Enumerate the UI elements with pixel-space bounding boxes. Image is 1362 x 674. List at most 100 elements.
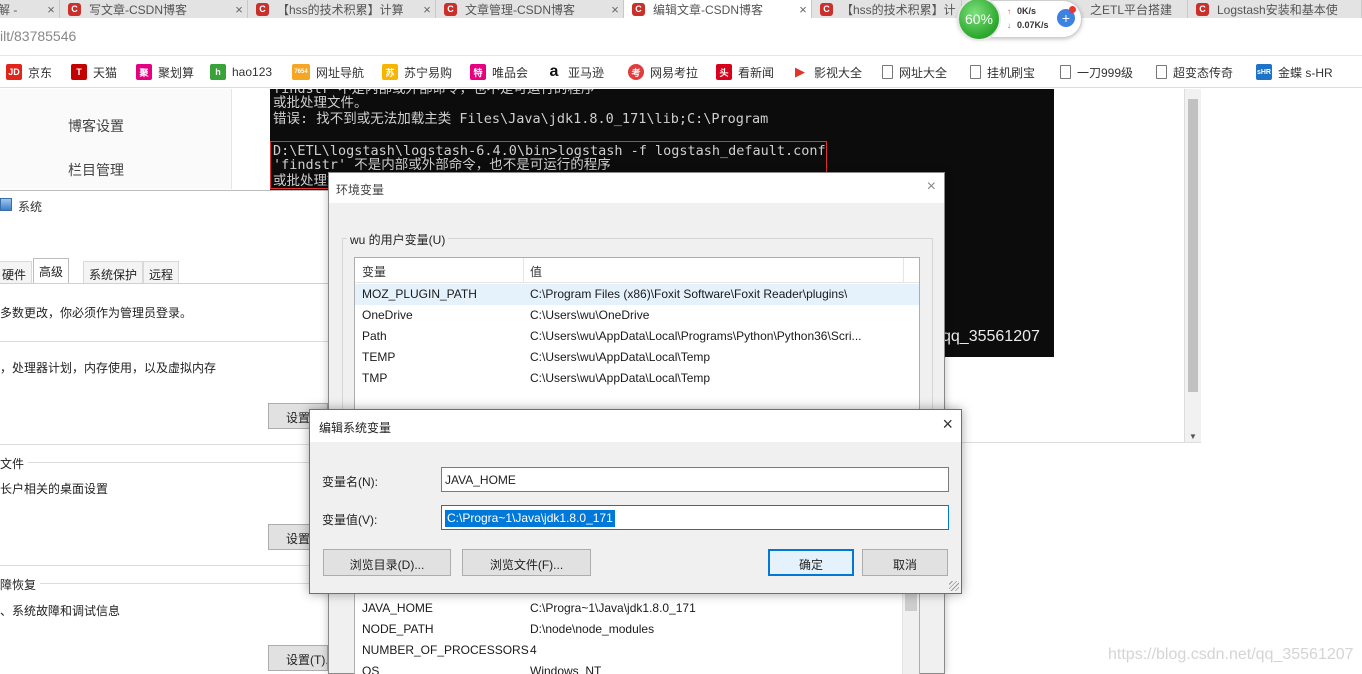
browse-file-button[interactable]: 浏览文件(F)... bbox=[462, 549, 591, 576]
bookmark-news[interactable]: 头看新闻 bbox=[716, 62, 774, 82]
var-name: NODE_PATH bbox=[362, 622, 434, 636]
bookmark-video[interactable]: ▶ 影视大全 bbox=[792, 62, 862, 82]
close-icon[interactable]: × bbox=[927, 178, 936, 196]
browser-tab-active[interactable]: C 编辑文章-CSDN博客 × bbox=[624, 0, 812, 18]
var-name: OneDrive bbox=[362, 308, 413, 322]
system-variables-list[interactable]: JAVA_HOME C:\Progra~1\Java\jdk1.8.0_171 N… bbox=[354, 583, 920, 674]
browser-tab[interactable]: C 写文章-CSDN博客 × bbox=[60, 0, 248, 18]
browser-tab[interactable]: C 【hss的技术积累】计 bbox=[812, 0, 962, 18]
column-divider[interactable] bbox=[523, 258, 524, 283]
tab-close-icon[interactable]: × bbox=[231, 2, 247, 17]
browser-tab[interactable]: C Logstash安装和基本使 bbox=[1188, 0, 1362, 18]
table-row[interactable]: Path C:\Users\wu\AppData\Local\Programs\P… bbox=[355, 326, 919, 347]
bookmark-label: hao123 bbox=[232, 65, 273, 79]
download-speed-value: 0.07K/s bbox=[1017, 20, 1049, 30]
page-icon bbox=[1060, 65, 1071, 79]
table-row[interactable]: MOZ_PLUGIN_PATH C:\Program Files (x86)\Fo… bbox=[355, 284, 919, 305]
network-speed-widget[interactable]: 60% ↑ 0K/s ↓ 0.07K/s + bbox=[957, 0, 1082, 41]
browser-tab[interactable]: 解 - × bbox=[0, 0, 60, 18]
tab-title: 文章管理-CSDN博客 bbox=[465, 2, 575, 17]
resize-grip-icon[interactable] bbox=[949, 581, 959, 591]
variable-value-selected-text[interactable]: C:\Progra~1\Java\jdk1.8.0_171 bbox=[445, 510, 615, 527]
system-properties-titlebar[interactable]: 系统 bbox=[0, 191, 330, 221]
bookmark-guaji[interactable]: 挂机刷宝 bbox=[970, 62, 1035, 82]
nav-column-manage[interactable]: 栏目管理 bbox=[68, 160, 124, 180]
browser-tab[interactable]: C 文章管理-CSDN博客 × bbox=[436, 0, 624, 18]
variable-name-input[interactable] bbox=[441, 467, 949, 492]
var-value: C:\Progra~1\Java\jdk1.8.0_171 bbox=[530, 601, 696, 615]
bookmark-vip[interactable]: 特唯品会 bbox=[470, 62, 528, 82]
table-row[interactable]: NUMBER_OF_PROCESSORS 4 bbox=[355, 640, 919, 661]
bookmark-kaola[interactable]: 考网易考拉 bbox=[628, 62, 698, 82]
nav-blog-settings[interactable]: 博客设置 bbox=[68, 116, 124, 136]
bookmark-amazon[interactable]: a 亚马逊 bbox=[546, 62, 604, 82]
admin-note: 多数更改，你必须作为管理员登录。 bbox=[0, 306, 193, 320]
table-row[interactable]: TMP C:\Users\wu\AppData\Local\Temp bbox=[355, 368, 919, 389]
tab-advanced[interactable]: 高级 bbox=[33, 258, 70, 284]
tab-system-protection[interactable]: 系统保护 bbox=[83, 261, 144, 283]
ok-button[interactable]: 确定 bbox=[768, 549, 854, 576]
bookmark-tmall[interactable]: T 天猫 bbox=[71, 62, 117, 82]
bookmark-suning[interactable]: 苏苏宁易购 bbox=[382, 62, 452, 82]
variable-value-label: 变量值(V): bbox=[322, 513, 378, 527]
browser-tab[interactable]: C 【hss的技术积累】计算 × bbox=[248, 0, 436, 18]
cancel-button[interactable]: 取消 bbox=[862, 549, 948, 576]
bookmark-label: 金蝶 s-HR bbox=[1278, 65, 1333, 80]
divider bbox=[0, 444, 330, 445]
bookmark-nav[interactable]: 7654 网址导航 bbox=[292, 62, 364, 82]
env-titlebar[interactable]: 环境变量 × bbox=[329, 173, 944, 203]
scroll-down-icon[interactable]: ▼ bbox=[1189, 432, 1197, 441]
bookmark-kingdee[interactable]: sHR 金蝶 s-HR bbox=[1256, 62, 1333, 82]
csdn-favicon-icon: C bbox=[1196, 2, 1209, 16]
hao123-icon: h bbox=[210, 64, 226, 80]
user-variables-list[interactable]: 变量 值 MOZ_PLUGIN_PATH C:\Program Files (x8… bbox=[354, 257, 920, 417]
table-row[interactable]: OneDrive C:\Users\wu\OneDrive bbox=[355, 305, 919, 326]
upload-speed: ↑ 0K/s bbox=[1007, 6, 1036, 16]
startup-desc: 、系统故障和调试信息 bbox=[0, 604, 121, 618]
close-icon[interactable]: × bbox=[942, 414, 953, 435]
page-icon bbox=[970, 65, 981, 79]
divider bbox=[940, 442, 1201, 443]
scrollbar-thumb[interactable] bbox=[905, 591, 917, 611]
tab-title: Logstash安装和基本使 bbox=[1217, 2, 1338, 17]
bookmark-hao123[interactable]: h hao123 bbox=[210, 62, 272, 82]
bookmark-label: 聚划算 bbox=[158, 65, 195, 80]
table-row[interactable]: OS Windows_NT bbox=[355, 661, 919, 674]
tab-close-icon[interactable]: × bbox=[43, 2, 59, 17]
startup-settings-button[interactable]: 设置(T)... bbox=[268, 645, 328, 671]
bookmark-label: 挂机刷宝 bbox=[987, 65, 1036, 80]
scrollbar-thumb[interactable] bbox=[1188, 99, 1198, 392]
var-value: C:\Users\wu\AppData\Local\Programs\Pytho… bbox=[530, 329, 862, 343]
amazon-icon: a bbox=[546, 63, 562, 80]
video-play-icon: ▶ bbox=[792, 64, 808, 80]
memory-usage-ball[interactable]: 60% bbox=[957, 0, 1001, 41]
bookmark-label: 看新闻 bbox=[738, 65, 775, 80]
bookmark-chuanqi[interactable]: 超变态传奇 bbox=[1156, 62, 1233, 82]
browse-directory-button[interactable]: 浏览目录(D)... bbox=[323, 549, 451, 576]
tab-remote[interactable]: 远程 bbox=[143, 261, 180, 283]
table-row[interactable]: NODE_PATH D:\node\node_modules bbox=[355, 619, 919, 640]
csdn-favicon-icon: C bbox=[444, 2, 457, 16]
bookmark-yidao[interactable]: 一刀999级 bbox=[1060, 62, 1133, 82]
tab-title: 编辑文章-CSDN博客 bbox=[653, 2, 763, 17]
page-scrollbar[interactable]: ▼ bbox=[1184, 89, 1201, 443]
bookmark-juhuasuan[interactable]: 聚聚划算 bbox=[136, 62, 194, 82]
bookmark-jd[interactable]: JD 京东 bbox=[6, 62, 52, 82]
tab-close-icon[interactable]: × bbox=[419, 2, 435, 17]
browser-tab[interactable]: 之ETL平台搭建 bbox=[1082, 0, 1188, 18]
list-scrollbar[interactable] bbox=[902, 583, 919, 674]
edit-dialog-titlebar[interactable]: 编辑系统变量 × bbox=[310, 410, 961, 442]
kingdee-icon: sHR bbox=[1256, 64, 1272, 80]
table-row[interactable]: TEMP C:\Users\wu\AppData\Local\Temp bbox=[355, 347, 919, 368]
tab-close-icon[interactable]: × bbox=[607, 2, 623, 17]
column-header-value[interactable]: 值 bbox=[530, 263, 542, 280]
bookmark-sites[interactable]: 网址大全 bbox=[882, 62, 947, 82]
table-row[interactable]: JAVA_HOME C:\Progra~1\Java\jdk1.8.0_171 bbox=[355, 598, 919, 619]
column-header-name[interactable]: 变量 bbox=[362, 263, 386, 280]
tab-close-icon[interactable]: × bbox=[795, 2, 811, 17]
column-divider[interactable] bbox=[903, 258, 904, 283]
url-text[interactable]: ilt/83785546 bbox=[0, 28, 76, 44]
download-arrow-icon: ↓ bbox=[1007, 21, 1011, 30]
address-bar[interactable]: ilt/83785546 bbox=[0, 18, 1362, 56]
tab-hardware[interactable]: 硬件 bbox=[0, 261, 33, 283]
